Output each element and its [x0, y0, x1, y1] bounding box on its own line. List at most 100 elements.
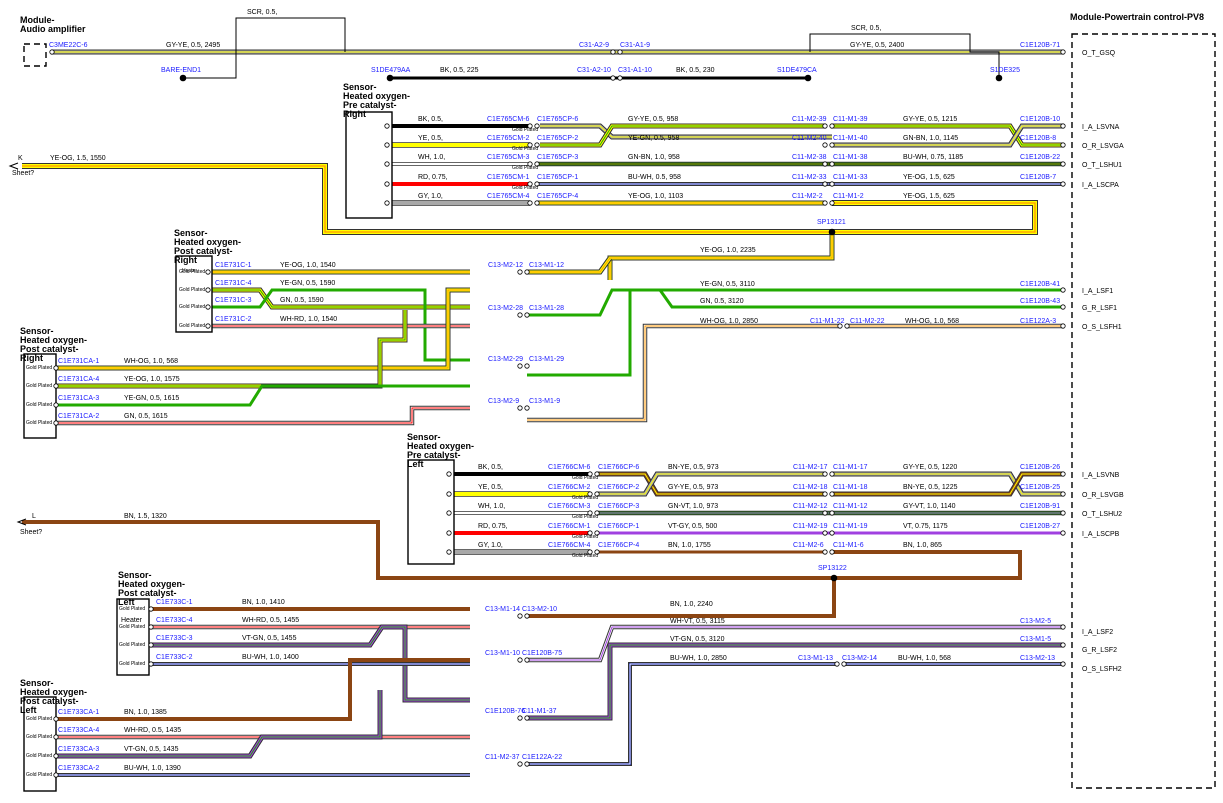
- gold-plated-label: Gold Plated: [119, 606, 145, 612]
- connector-pin: [829, 161, 835, 167]
- wire-label: GN, 0.5, 3120: [700, 298, 744, 305]
- connector-pin: [517, 613, 523, 619]
- conn: C1E765CP-4: [537, 193, 578, 200]
- conn: C1E765CP-2: [537, 135, 578, 142]
- conn: C11-M1-38: [833, 154, 868, 161]
- conn: C11-M2-37: [485, 754, 520, 761]
- conn: C1E765CM-1: [487, 174, 530, 181]
- connector-pin: [517, 657, 523, 663]
- conn: C1E765CP-6: [537, 116, 578, 123]
- w-tracer: [527, 325, 840, 421]
- connector-pin: [524, 715, 530, 721]
- wire-label: BU-WH, 1.0, 1400: [242, 654, 299, 661]
- conn: C1E733C-2: [156, 654, 193, 661]
- pcm-pin-i_a_lsf1: I_A_LSF1: [1082, 288, 1113, 295]
- conn: C11-M2-40: [792, 135, 827, 142]
- conn: C31-A2-10: [577, 67, 611, 74]
- connector-pin: [524, 405, 530, 411]
- connector-pin: [53, 716, 59, 722]
- connector-pin: [822, 142, 828, 148]
- w-outline: [607, 232, 835, 280]
- connector-pin: [822, 123, 828, 129]
- gold-plated-label: Gold Plated: [572, 534, 598, 540]
- connector-pin: [524, 312, 530, 318]
- screen-wire-2: [809, 33, 1000, 78]
- conn: C1E733CA-4: [58, 727, 99, 734]
- connector-pin: [527, 200, 533, 206]
- wiring-diagram: Module-Audio amplifier Module-Powertrain …: [8, 9, 1216, 792]
- wire-label: YE-GN, 0.5, 1615: [124, 395, 179, 402]
- conn: C11-M1-39: [833, 116, 868, 123]
- wire-label: GN-BN, 1.0, 958: [628, 154, 680, 161]
- wire-label: BU-WH, 1.0, 2850: [670, 655, 727, 662]
- conn: C1E733CA-3: [58, 746, 99, 753]
- connector-pin: [524, 657, 530, 663]
- wire-label: BU-WH, 0.5, 958: [628, 174, 681, 181]
- wire-label: VT, 0.75, 1175: [903, 523, 948, 530]
- conn: C1E765CM-3: [487, 154, 530, 161]
- conn: C11-M1-17: [833, 464, 868, 471]
- conn: C13-M2-5: [1020, 618, 1051, 625]
- w: [527, 324, 840, 422]
- connector-pin: [53, 383, 59, 389]
- connector-pin: [1060, 49, 1066, 55]
- gold-plated-label: Gold Plated: [26, 420, 52, 426]
- splice-point: [804, 74, 812, 82]
- connector-pin: [524, 363, 530, 369]
- conn: C13-M1-28: [529, 305, 564, 312]
- w: [56, 690, 382, 758]
- conn: C1E766CM-3: [548, 503, 591, 510]
- conn: C1E766CP-2: [598, 484, 639, 491]
- connector-pin: [829, 491, 835, 497]
- screen-label-2: SCR, 0.5,: [851, 25, 881, 32]
- wire-label: RD, 0.75,: [418, 174, 448, 181]
- gold-plated-label: Gold Plated: [512, 165, 538, 171]
- conn: C11-M1-2: [833, 193, 864, 200]
- bare-end-label: BARE-END1: [161, 67, 201, 74]
- wire-label: GY, 1.0,: [418, 193, 443, 200]
- wire-label: GY-YE, 0.5, 2400: [850, 42, 904, 49]
- wire-label: BN, 1.0, 1755: [668, 542, 711, 549]
- wire-label: RD, 0.75,: [478, 523, 508, 530]
- sheet-k-label: K: [18, 155, 23, 162]
- connector-pin: [446, 530, 452, 536]
- conn: C1E733C-3: [156, 635, 193, 642]
- connector-pin: [822, 530, 828, 536]
- conn: C31-A1-10: [618, 67, 652, 74]
- heater-label: Heater: [182, 268, 197, 274]
- wire-label: BU-WH, 1.0, 568: [898, 655, 951, 662]
- conn: C13-M2-10: [522, 606, 557, 613]
- w-tracer: [56, 690, 381, 757]
- pcm-pin-o_t_lshu1: O_T_LSHU1: [1082, 162, 1122, 169]
- pcm-pin-g_r_lsf1: G_R_LSF1: [1082, 305, 1117, 312]
- pcm-pin-i_a_lsvnb: I_A_LSVNB: [1082, 472, 1120, 479]
- connector-pin: [53, 734, 59, 740]
- splice-point: [995, 74, 1003, 82]
- conn: C1E765CP-1: [537, 174, 578, 181]
- connector-pin: [53, 420, 59, 426]
- wire-label: GY-YE, 0.5, 958: [628, 116, 678, 123]
- conn: C11-M1-12: [833, 503, 868, 510]
- conn: C13-M1-10: [485, 650, 520, 657]
- connector-pin: [610, 75, 616, 81]
- connector-pin: [829, 471, 835, 477]
- connector-pin: [841, 661, 847, 667]
- gold-plated-label: Gold Plated: [179, 323, 205, 329]
- wire-label: WH, 1.0,: [418, 154, 445, 161]
- connector-pin: [53, 753, 59, 759]
- w-tracer: [527, 644, 1063, 719]
- conn: C11-M1-19: [833, 523, 868, 530]
- conn: C11-M1-18: [833, 484, 868, 491]
- wire-label: BN, 1.0, 865: [903, 542, 942, 549]
- conn: C1E766CP-6: [598, 464, 639, 471]
- splice-sp13122: SP13122: [818, 565, 847, 572]
- w-outline: [56, 690, 383, 759]
- gold-plated-label: Gold Plated: [26, 365, 52, 371]
- connector-pin: [148, 661, 154, 667]
- connector-pin: [517, 269, 523, 275]
- wire-label: WH-RD, 0.5, 1455: [242, 617, 299, 624]
- splice-point: [386, 74, 394, 82]
- gold-plated-label: Gold Plated: [572, 514, 598, 520]
- pcm-pin-o_t_lshu2: O_T_LSHU2: [1082, 511, 1122, 518]
- wire-label: GY-YE, 0.5, 2495: [166, 42, 220, 49]
